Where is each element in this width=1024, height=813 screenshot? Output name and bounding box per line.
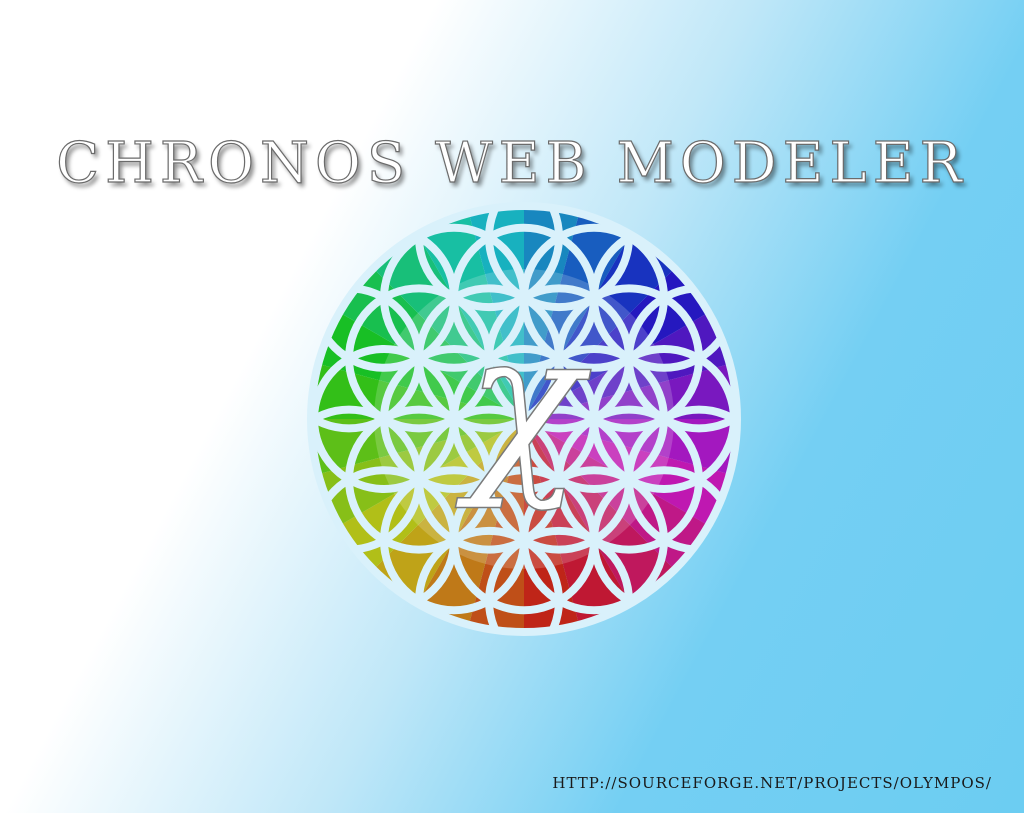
chi-symbol: χ (454, 292, 591, 513)
page-title: CHRONOS WEB MODELER (56, 131, 968, 196)
project-url-text: HTTP://SOURCEFORGE.NET/PROJECTS/OLYMPOS/ (552, 774, 992, 792)
flower-of-life-icon: χ (307, 202, 741, 636)
